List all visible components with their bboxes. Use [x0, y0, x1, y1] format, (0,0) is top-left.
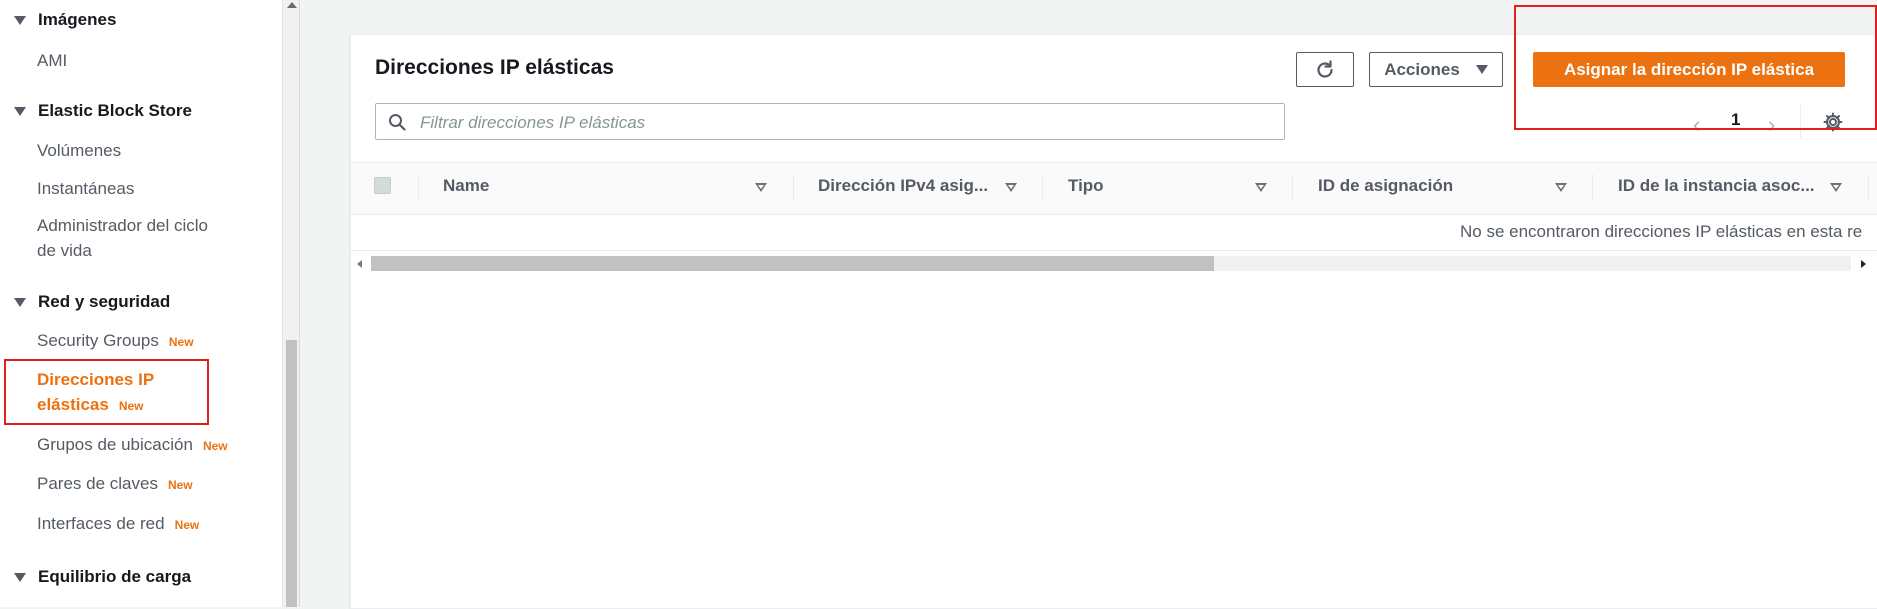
sidebar-item-label: Administrador del ciclo: [37, 216, 209, 235]
column-divider: [1868, 174, 1869, 200]
column-divider: [1042, 174, 1043, 200]
column-header-name[interactable]: Name: [443, 176, 489, 196]
refresh-icon: [1317, 59, 1333, 78]
scrollbar-thumb[interactable]: [371, 256, 1214, 271]
sidebar-section-label: Equilibrio de carga: [38, 567, 192, 586]
sidebar-item-ami[interactable]: AMI: [37, 48, 67, 73]
sidebar-section-label: Imágenes: [38, 10, 117, 29]
highlight-box: [4, 359, 209, 425]
sidebar-section-network-security[interactable]: Red y seguridad: [14, 292, 170, 312]
caret-down-icon: [1475, 65, 1488, 74]
highlight-box: [1514, 5, 1877, 130]
new-badge: New: [167, 478, 193, 492]
sort-icon[interactable]: [755, 183, 767, 192]
sidebar-item-label: Grupos de ubicación: [37, 435, 193, 454]
caret-down-icon: [14, 297, 26, 307]
scrollbar-thumb[interactable]: [286, 340, 297, 607]
search-input[interactable]: [418, 108, 1272, 137]
sidebar-section-images[interactable]: Imágenes: [14, 10, 116, 30]
sidebar-scrollbar[interactable]: [282, 0, 300, 607]
sidebar-section-ebs[interactable]: Elastic Block Store: [14, 101, 192, 121]
column-header-allocation-id[interactable]: ID de asignación: [1318, 176, 1453, 196]
scroll-left-icon[interactable]: [357, 260, 362, 268]
actions-dropdown-button[interactable]: Acciones: [1369, 52, 1503, 87]
sort-icon[interactable]: [1255, 183, 1267, 192]
column-header-type[interactable]: Tipo: [1068, 176, 1104, 196]
sidebar-item-key-pairs[interactable]: Pares de claves New: [37, 471, 193, 498]
refresh-button[interactable]: [1296, 52, 1354, 87]
column-divider: [793, 174, 794, 200]
scroll-right-icon[interactable]: [1861, 260, 1866, 268]
sidebar-item-snapshots[interactable]: Instantáneas: [37, 176, 134, 201]
column-divider: [1592, 174, 1593, 200]
sidebar-section-label: Red y seguridad: [38, 292, 171, 311]
filter-search-box[interactable]: [375, 103, 1285, 140]
column-divider: [1292, 174, 1293, 200]
page-title: Direcciones IP elásticas: [375, 56, 614, 79]
sidebar-item-label: Security Groups: [37, 331, 159, 350]
new-badge: New: [168, 335, 194, 349]
search-icon: [389, 114, 406, 131]
sidebar-item-placement-groups[interactable]: Grupos de ubicación New: [37, 432, 228, 459]
sort-icon[interactable]: [1830, 183, 1842, 192]
sidebar-item-label: Interfaces de red: [37, 514, 165, 533]
column-header-instance-id[interactable]: ID de la instancia asoc...: [1618, 176, 1815, 196]
scroll-up-icon[interactable]: [287, 2, 297, 8]
caret-down-icon: [14, 572, 26, 582]
new-badge: New: [174, 518, 200, 532]
sidebar-section-load-balancing[interactable]: Equilibrio de carga: [14, 567, 191, 587]
select-all-checkbox[interactable]: [374, 177, 391, 194]
sidebar-item-volumes[interactable]: Volúmenes: [37, 138, 121, 163]
table-horizontal-scrollbar[interactable]: [351, 253, 1877, 273]
caret-down-icon: [14, 106, 26, 116]
sidebar-item-lifecycle-manager[interactable]: Administrador del ciclo de vida: [37, 213, 208, 263]
empty-table-message: No se encontraron direcciones IP elástic…: [1460, 222, 1863, 241]
sidebar-item-network-interfaces[interactable]: Interfaces de red New: [37, 511, 199, 538]
sidebar-section-label: Elastic Block Store: [38, 101, 193, 120]
sidebar-item-label: de vida: [37, 241, 92, 260]
sidebar: Imágenes AMI Elastic Block Store Volúmen…: [0, 0, 282, 607]
sort-icon[interactable]: [1555, 183, 1567, 192]
actions-label: Acciones: [1384, 59, 1460, 79]
new-badge: New: [202, 439, 228, 453]
sidebar-item-label: Pares de claves: [37, 474, 158, 493]
caret-down-icon: [14, 15, 26, 25]
sidebar-item-security-groups[interactable]: Security Groups New: [37, 328, 194, 355]
column-header-ipv4[interactable]: Dirección IPv4 asig...: [818, 176, 988, 196]
column-divider: [418, 174, 419, 200]
divider: [299, 0, 300, 607]
sort-icon[interactable]: [1005, 183, 1017, 192]
